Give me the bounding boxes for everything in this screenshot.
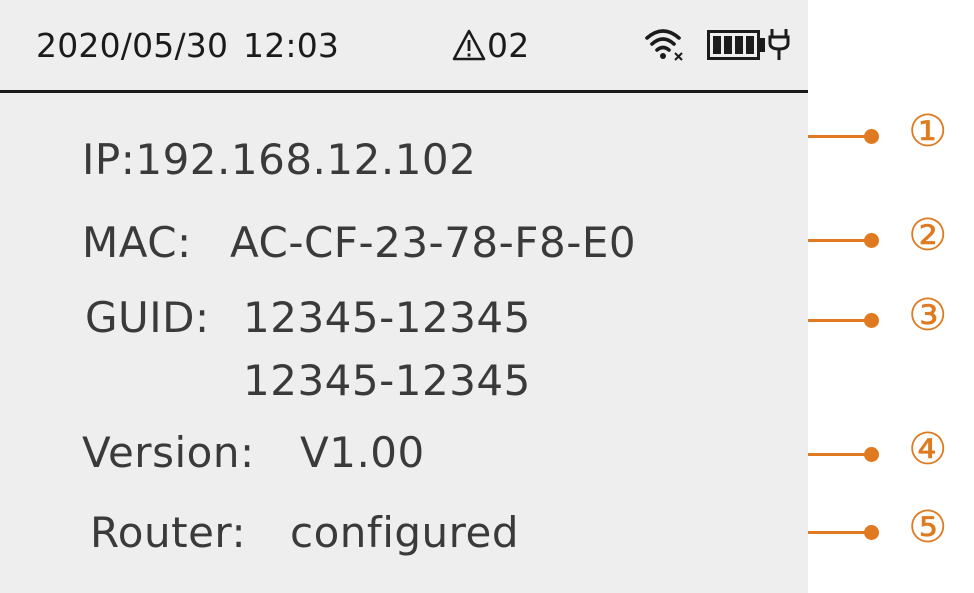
device-screen: 2020/05/30 12:03 02 IP:192.168.12.102 MA… — [0, 0, 808, 593]
callout-number: ⑤ — [908, 502, 948, 553]
guid-value-line2: 12345-12345 — [243, 356, 531, 405]
callout-number: ① — [908, 106, 948, 157]
ip-address: IP:192.168.12.102 — [82, 135, 477, 184]
callout-number: ② — [908, 210, 948, 261]
version-value: V1.00 — [300, 428, 425, 477]
callout-3: ③ — [808, 294, 974, 342]
battery-full-icon — [707, 30, 765, 60]
callout-line — [808, 453, 870, 456]
status-divider — [0, 90, 808, 93]
callout-dot — [864, 129, 879, 144]
callout-number: ④ — [908, 424, 948, 475]
version-label: Version: — [82, 428, 255, 477]
callout-2: ② — [808, 214, 974, 262]
status-time: 12:03 — [243, 26, 340, 65]
callout-dot — [864, 313, 879, 328]
callout-line — [808, 135, 870, 138]
guid-label: GUID: — [85, 293, 210, 342]
callout-5: ⑤ — [808, 506, 974, 554]
guid-value-line1: 12345-12345 — [243, 293, 531, 342]
callout-number: ③ — [908, 290, 948, 341]
mac-label: MAC: — [82, 218, 192, 267]
callout-dot — [864, 525, 879, 540]
callout-dot — [864, 447, 879, 462]
callout-line — [808, 531, 870, 534]
callout-line — [808, 239, 870, 242]
wifi-disconnected-icon — [645, 29, 683, 61]
callout-line — [808, 319, 870, 322]
plug-icon — [768, 29, 790, 60]
router-value: configured — [290, 508, 519, 557]
router-label: Router: — [90, 508, 247, 557]
callout-dot — [864, 233, 879, 248]
alarm-count: 02 — [487, 26, 530, 65]
warning-icon — [452, 29, 486, 61]
status-bar: 2020/05/30 12:03 02 — [0, 0, 808, 92]
callout-1: ① — [808, 110, 974, 158]
status-date: 2020/05/30 — [36, 26, 229, 65]
mac-value: AC-CF-23-78-F8-E0 — [230, 218, 637, 267]
callout-4: ④ — [808, 428, 974, 476]
